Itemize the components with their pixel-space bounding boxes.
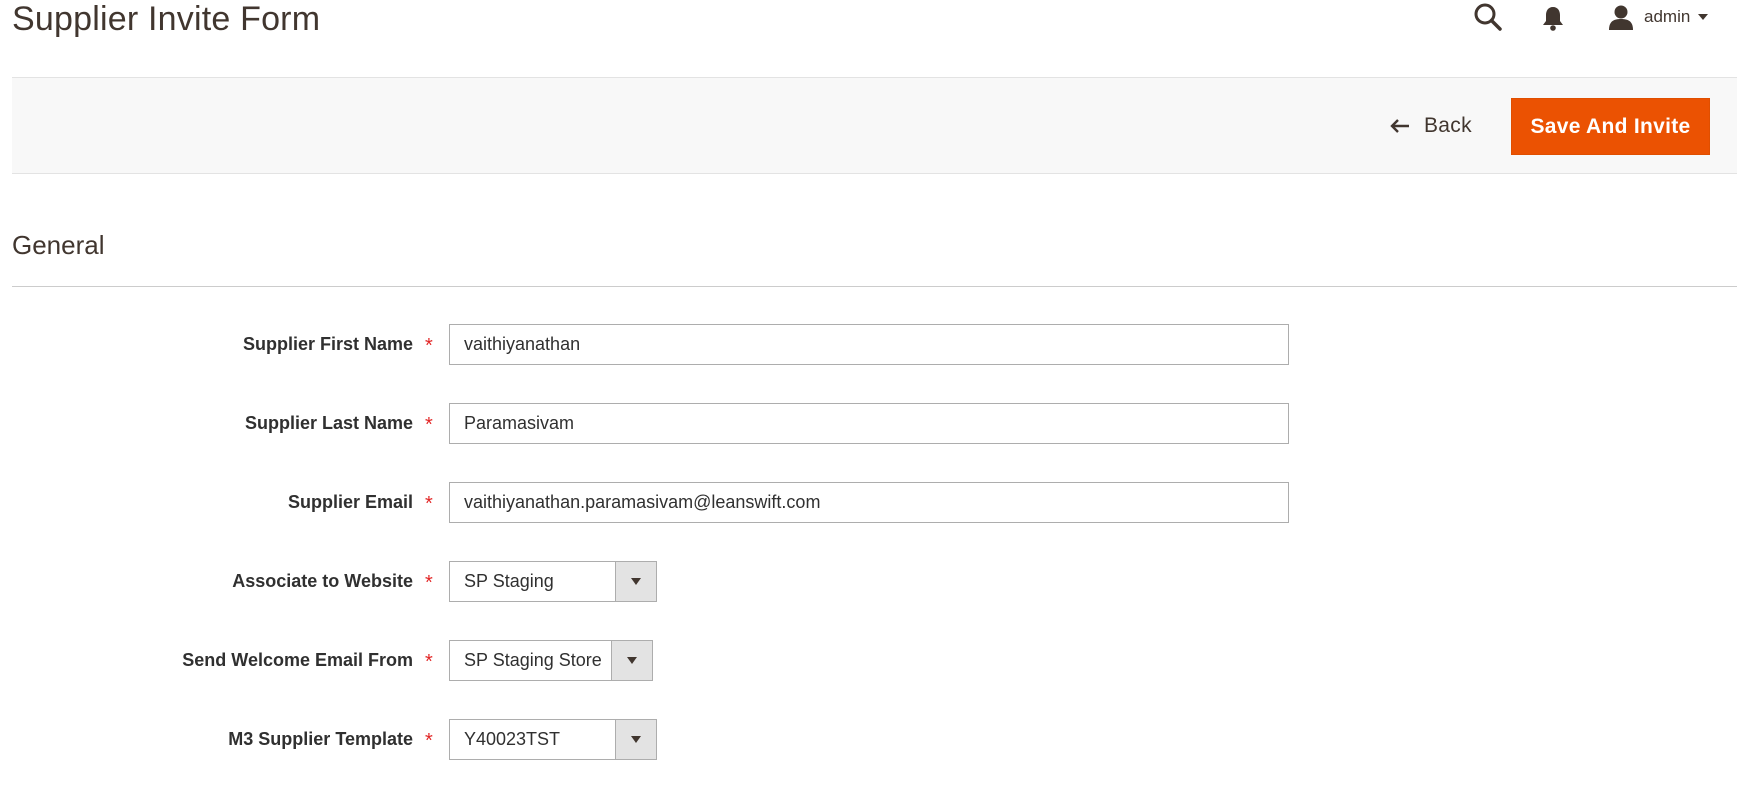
section-divider <box>12 286 1737 287</box>
bell-icon[interactable] <box>1541 5 1565 31</box>
back-button[interactable]: Back <box>1390 106 1472 146</box>
welcome-email-from-value: SP Staging Store <box>464 650 602 670</box>
m3-supplier-template-label: M3 Supplier Template <box>228 729 413 749</box>
user-menu[interactable]: admin <box>1608 2 1709 32</box>
field-supplier-last-name: Supplier Last Name * <box>0 403 1737 444</box>
user-name: admin <box>1644 7 1691 26</box>
welcome-email-from-select[interactable]: SP Staging Store <box>449 640 653 681</box>
field-supplier-first-name: Supplier First Name * <box>0 324 1737 365</box>
section-title: General <box>12 230 105 260</box>
associate-website-label: Associate to Website <box>232 571 413 591</box>
required-star: * <box>425 730 433 752</box>
supplier-email-label: Supplier Email <box>287 492 413 512</box>
welcome-email-from-label: Send Welcome Email From <box>182 650 413 670</box>
user-icon <box>1609 5 1633 30</box>
required-star: * <box>425 414 433 436</box>
required-star: * <box>425 572 433 594</box>
supplier-first-name-input[interactable] <box>449 324 1289 365</box>
supplier-first-name-label: Supplier First Name <box>242 334 413 354</box>
required-star: * <box>425 651 433 673</box>
search-icon[interactable] <box>1473 2 1503 32</box>
arrow-left-icon <box>1390 119 1409 133</box>
page-title: Supplier Invite Form <box>12 0 321 38</box>
back-button-label: Back <box>1424 114 1472 137</box>
dropdown-arrow-icon[interactable] <box>611 641 652 680</box>
supplier-last-name-input[interactable] <box>449 403 1289 444</box>
required-star: * <box>425 335 433 357</box>
supplier-email-input[interactable] <box>449 482 1289 523</box>
associate-website-select[interactable]: SP Staging <box>449 561 657 602</box>
dropdown-arrow-icon[interactable] <box>615 720 656 759</box>
supplier-last-name-label: Supplier Last Name <box>244 413 413 433</box>
dropdown-arrow-icon[interactable] <box>615 562 656 601</box>
field-m3-supplier-template: M3 Supplier Template * Y40023TST <box>0 719 1737 760</box>
field-supplier-email: Supplier Email * <box>0 482 1737 523</box>
save-and-invite-button[interactable]: Save And Invite <box>1511 98 1710 155</box>
field-welcome-email-from: Send Welcome Email From * SP Staging Sto… <box>0 640 1737 681</box>
associate-website-value: SP Staging <box>464 571 554 591</box>
m3-supplier-template-value: Y40023TST <box>464 729 561 749</box>
page-actions-bar: Back Save And Invite <box>12 77 1737 174</box>
required-star: * <box>425 493 433 515</box>
chevron-down-icon <box>1698 14 1709 20</box>
field-associate-website: Associate to Website * SP Staging <box>0 561 1737 602</box>
m3-supplier-template-select[interactable]: Y40023TST <box>449 719 657 760</box>
